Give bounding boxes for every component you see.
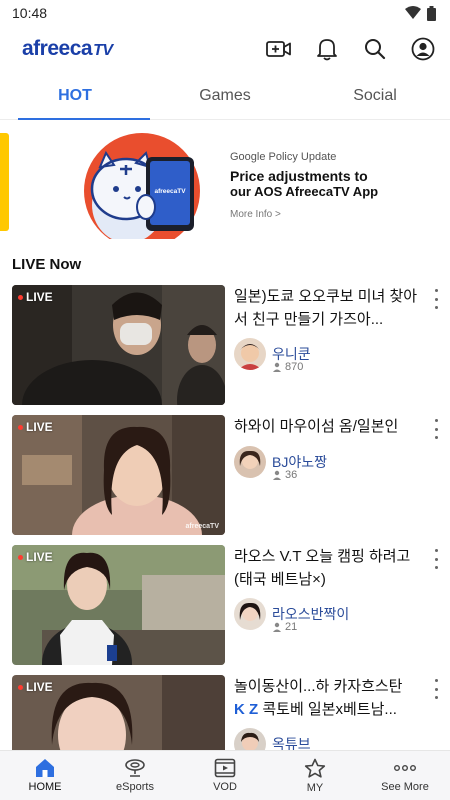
viewer-count: 21 [272, 621, 297, 633]
nav-esports-label: eSports [116, 781, 154, 793]
profile-icon[interactable] [410, 36, 436, 62]
tab-hot[interactable]: HOT [0, 72, 150, 120]
avatar [234, 446, 266, 478]
live-item[interactable]: LIVE 일본)도쿄 오오쿠보 미녀 찾아서 친구 만들기 가즈아... 우니쿤… [0, 285, 450, 415]
app-header: afreeca TV [0, 26, 450, 72]
notification-bell-icon[interactable] [314, 36, 340, 62]
stream-thumbnail[interactable]: LIVE afreecaTV [12, 415, 225, 535]
banner-phone-brand: afreecaTV [154, 188, 186, 195]
banner-accent-bar [0, 133, 9, 231]
viewer-count: 870 [272, 361, 303, 373]
banner-title-line2: our AOS AfreecaTV App [230, 184, 379, 199]
logo-main: afreeca [22, 37, 93, 60]
nav-see-more-label: See More [381, 781, 429, 793]
banner-more-info-link[interactable]: More Info > [230, 209, 440, 220]
afreecatv-logo[interactable]: afreeca TV [22, 37, 113, 61]
stream-thumbnail[interactable]: LIVE [12, 545, 225, 665]
more-options-icon[interactable] [432, 679, 440, 699]
viewers-icon [273, 622, 281, 632]
policy-banner[interactable]: afreecaTV Google Policy Update Price adj… [0, 121, 450, 239]
banner-mascot-illustration: afreecaTV [84, 133, 200, 239]
viewers-icon [273, 470, 281, 480]
logo-tv: TV [93, 42, 113, 59]
live-now-heading: LIVE Now [12, 256, 82, 273]
stream-title[interactable]: 라오스 V.T 오늘 캠핑 하려고 (태국 베트남×) [234, 545, 424, 591]
viewer-count: 36 [272, 469, 297, 481]
wifi-icon [405, 6, 421, 19]
nav-see-more[interactable]: See More [360, 751, 450, 800]
nav-my-label: MY [306, 781, 324, 794]
star-icon [304, 758, 326, 778]
trophy-icon [125, 759, 145, 777]
nav-esports[interactable]: eSports [90, 751, 180, 800]
live-item[interactable]: LIVE afreecaTV 하와이 마우이섬 옴/일본인 BJ야노짱 36 [0, 415, 450, 545]
broadcast-camera-icon[interactable] [266, 36, 292, 62]
nav-home-label: HOME [28, 781, 62, 793]
tab-games[interactable]: Games [150, 72, 300, 119]
live-badge: LIVE [18, 420, 53, 434]
avatar [234, 598, 266, 630]
banner-eyebrow: Google Policy Update [230, 151, 337, 163]
stream-title[interactable]: 놀이동산이...하 카자흐스탄 K Z 콕토베 일본x베트남... [234, 675, 424, 721]
more-icon [394, 764, 417, 771]
category-tabs: HOT Games Social [0, 72, 450, 120]
viewers-icon [273, 362, 281, 372]
avatar [234, 338, 266, 370]
battery-icon [427, 5, 436, 21]
search-icon[interactable] [362, 36, 388, 62]
banner-title-line1: Price adjustments to [230, 168, 368, 184]
home-icon [36, 759, 54, 777]
nav-home[interactable]: HOME [0, 751, 90, 800]
stream-title[interactable]: 하와이 마우이섬 옴/일본인 [234, 415, 424, 438]
live-badge: LIVE [18, 680, 53, 694]
vod-icon [214, 758, 236, 778]
live-badge: LIVE [18, 550, 53, 564]
live-list: LIVE 일본)도쿄 오오쿠보 미녀 찾아서 친구 만들기 가즈아... 우니쿤… [0, 285, 450, 800]
stream-thumbnail[interactable]: LIVE [12, 285, 225, 405]
thumbnail-watermark: afreecaTV [185, 523, 219, 530]
status-bar: 10:48 [0, 0, 450, 26]
status-time: 10:48 [12, 5, 48, 21]
status-icons [405, 5, 436, 21]
bottom-navigation: HOME eSports VOD MY See More [0, 750, 450, 800]
kz-flag-text: K Z [234, 701, 259, 718]
live-badge: LIVE [18, 290, 53, 304]
banner-text: Google Policy Update Price adjustments t… [230, 151, 440, 220]
live-item[interactable]: LIVE 라오스 V.T 오늘 캠핑 하려고 (태국 베트남×) 라오스반짝이 … [0, 545, 450, 675]
tab-social[interactable]: Social [300, 72, 450, 119]
nav-vod-label: VOD [213, 781, 237, 793]
more-options-icon[interactable] [432, 289, 440, 309]
more-options-icon[interactable] [432, 549, 440, 569]
nav-vod[interactable]: VOD [180, 751, 270, 800]
more-options-icon[interactable] [432, 419, 440, 439]
nav-my[interactable]: MY [270, 751, 360, 800]
stream-title[interactable]: 일본)도쿄 오오쿠보 미녀 찾아서 친구 만들기 가즈아... [234, 285, 424, 331]
